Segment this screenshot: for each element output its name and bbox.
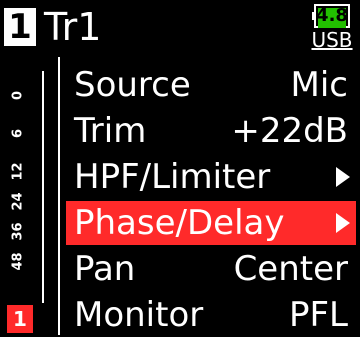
track-name: Tr1 — [44, 5, 102, 49]
menu-item-label: Source — [74, 65, 191, 105]
meter-bar — [42, 71, 44, 303]
menu-item-monitor[interactable]: Monitor PFL — [66, 293, 356, 337]
chevron-right-icon — [336, 167, 350, 187]
menu-item-hpf-limiter[interactable]: HPF/Limiter — [66, 155, 356, 199]
menu-divider — [58, 57, 60, 335]
chevron-right-icon — [336, 213, 350, 233]
menu-item-value: Center — [233, 249, 348, 289]
menu-item-source[interactable]: Source Mic — [66, 63, 356, 107]
meter-scale-36: 36 — [10, 222, 26, 241]
menu-item-trim[interactable]: Trim +22dB — [66, 109, 356, 153]
meter-scale-24: 24 — [10, 192, 26, 211]
menu-item-phase-delay[interactable]: Phase/Delay — [66, 201, 356, 245]
menu-item-pan[interactable]: Pan Center — [66, 247, 356, 291]
meter-scale-6: 6 — [10, 128, 26, 139]
menu-item-label: Monitor — [74, 295, 204, 335]
menu-item-value: PFL — [288, 295, 348, 335]
meter-scale-0: 0 — [10, 90, 26, 101]
menu-item-label: Phase/Delay — [74, 203, 285, 243]
header-bar: 1 Tr1 4.8 USB — [0, 0, 360, 57]
track-active-indicator: 1 — [7, 305, 33, 333]
menu-item-value: Mic — [290, 65, 348, 105]
battery-level: 4.8 — [316, 5, 348, 26]
track-number-badge: 1 — [4, 8, 36, 46]
menu-item-label: Trim — [74, 111, 147, 151]
track-settings-menu: Source Mic Trim +22dB HPF/Limiter Phase/… — [58, 57, 360, 335]
power-source-label: USB — [311, 28, 353, 52]
battery-icon: 4.8 — [312, 4, 352, 30]
menu-item-label: HPF/Limiter — [74, 157, 271, 197]
menu-item-label: Pan — [74, 249, 136, 289]
meter-scale-12: 12 — [10, 162, 26, 181]
meter-scale-48: 48 — [10, 252, 26, 271]
level-meter: 0 6 12 24 36 48 1 — [0, 57, 58, 335]
menu-item-value: +22dB — [231, 111, 348, 151]
